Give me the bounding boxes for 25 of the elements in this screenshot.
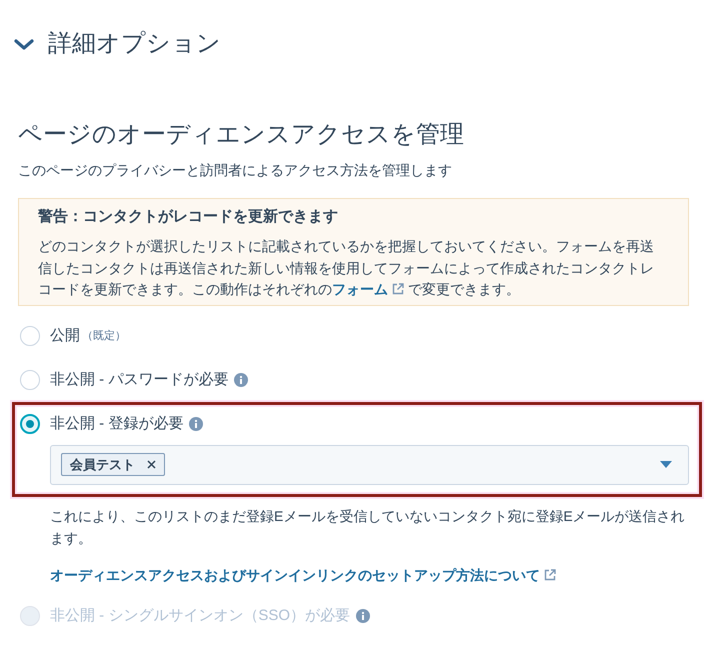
option-label: 非公開 - 登録が必要 (50, 414, 184, 434)
option-label: 非公開 - パスワードが必要 (50, 370, 228, 390)
option-label: 非公開 - シングルサインオン（SSO）が必要 (50, 606, 350, 626)
info-icon[interactable] (234, 372, 248, 386)
option-label: 公開 (50, 326, 80, 346)
info-icon[interactable] (189, 416, 204, 430)
warning-title: 警告：コンタクトがレコードを更新できます (38, 207, 339, 227)
section-heading[interactable]: 詳細オプション (48, 28, 221, 60)
warning-text: どのコンタクトが選択したリストに記載されているかを把握しておいてください。フォームを再送信したコンタクトは再送信された新しい情報を使用してフォームによって作成されたコンタクトレコードを更新できます。この動作はそれぞれのフォーム で変更できます。 (38, 237, 655, 299)
default-note: （既定） (82, 328, 126, 344)
help-link[interactable]: オーディエンスアクセスおよびサインインリンクのセットアップ方法について (50, 564, 556, 584)
caret-down-icon[interactable] (660, 461, 672, 468)
section-subtitle: このページのプライバシーと訪問者によるアクセス方法を管理します (18, 161, 453, 180)
chevron-down-icon[interactable] (14, 38, 34, 50)
radio-button[interactable] (20, 370, 40, 390)
external-link-icon (544, 568, 556, 580)
external-link-icon (392, 283, 404, 295)
radio-button[interactable] (20, 326, 40, 346)
radio-button[interactable] (20, 414, 40, 434)
form-link[interactable]: フォーム (332, 281, 404, 297)
tag-label: 会員テスト (70, 456, 135, 474)
remove-icon[interactable] (147, 460, 156, 469)
section-title: ページのオーディエンスアクセスを管理 (18, 120, 465, 150)
option-description: これにより、このリストのまだ登録Eメールを受信していないコンタクト宛に登録Eメールが送信されます。 (50, 506, 686, 548)
list-select-field[interactable]: 会員テスト (50, 444, 689, 484)
